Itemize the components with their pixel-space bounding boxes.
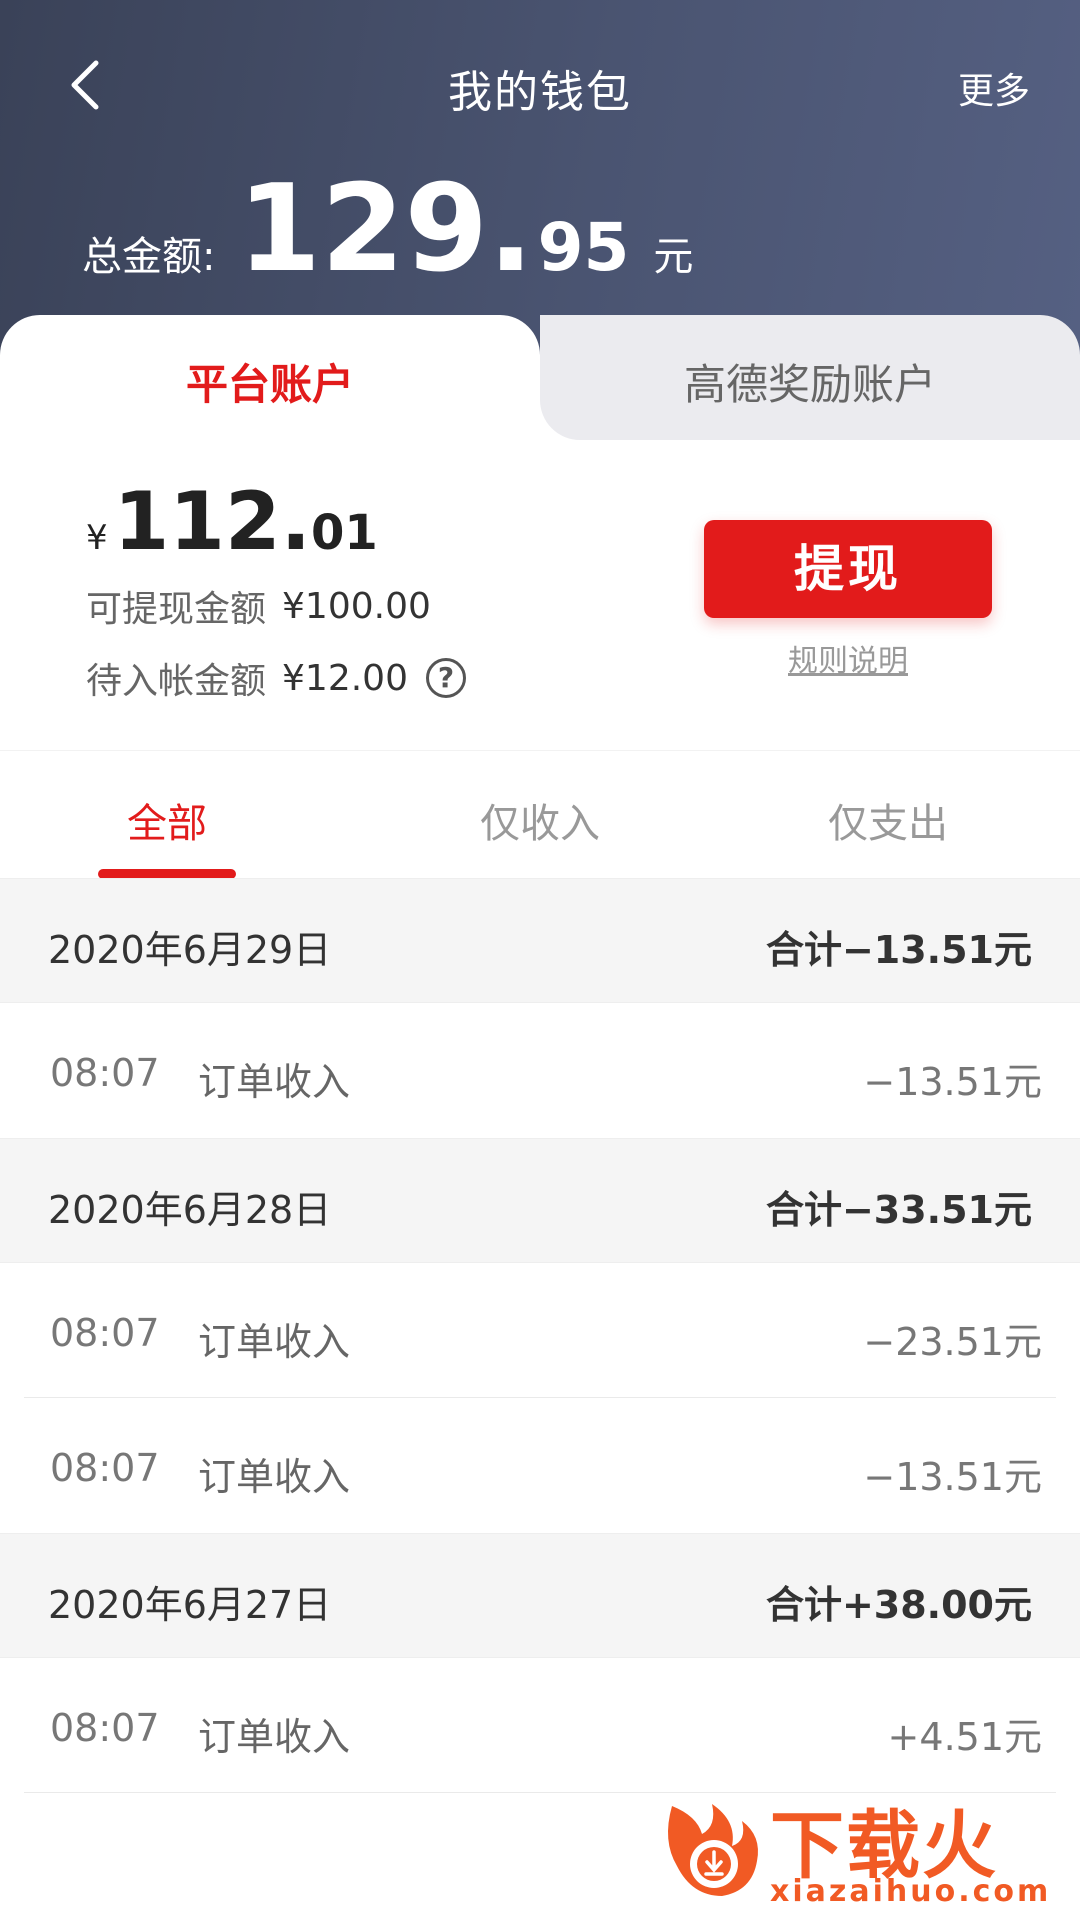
balance-card: ¥ 112. 01 可提现金额 ¥100.00 待入帐金额 ¥12.00 ? 提… (0, 440, 1080, 750)
withdraw-button[interactable]: 提现 (704, 520, 992, 618)
tab-platform-account[interactable]: 平台账户 (0, 351, 540, 412)
total-label: 总金额: (82, 234, 216, 280)
watermark-logo: 下载火 xiazaihuo.com (640, 1778, 1080, 1920)
day-header: 2020年6月29日 合计−13.51元 (0, 878, 1080, 1003)
transaction-row[interactable]: 08:07 订单收入 +4.51元 (0, 1658, 1080, 1793)
help-icon[interactable]: ? (425, 658, 466, 698)
tab-reward-account[interactable]: 高德奖励账户 (540, 351, 1080, 412)
withdrawable-label: 可提现金额 (86, 589, 267, 630)
total-unit: 元 (653, 234, 694, 280)
balance-dec: 01 (311, 505, 378, 561)
watermark-url: xiazaihuo.com (770, 1874, 1052, 1909)
pending-label: 待入帐金额 (86, 661, 267, 702)
txn-desc: 订单收入 (198, 1715, 351, 1759)
day-date: 2020年6月27日 (48, 1583, 332, 1627)
filter-tabs: 全部 仅收入 仅支出 (0, 750, 1080, 879)
total-amount-int: 129. (237, 160, 534, 299)
transaction-row[interactable]: 08:07 订单收入 −13.51元 (0, 1398, 1080, 1533)
day-header: 2020年6月28日 合计−33.51元 (0, 1138, 1080, 1263)
txn-amount: +4.51元 (887, 1715, 1042, 1759)
pending-value: ¥12.00 (282, 657, 408, 699)
more-button[interactable]: 更多 (958, 62, 1030, 114)
account-tabs: 平台账户 高德奖励账户 (0, 315, 1080, 440)
txn-desc: 订单收入 (198, 1060, 351, 1104)
pending-row: 待入帐金额 ¥12.00 ? (86, 652, 466, 704)
txn-time: 08:07 (50, 1706, 160, 1750)
txn-desc: 订单收入 (198, 1455, 351, 1499)
transaction-list: 2020年6月29日 合计−13.51元 08:07 订单收入 −13.51元 … (0, 878, 1080, 1793)
withdrawable-row: 可提现金额 ¥100.00 (86, 580, 431, 632)
flame-logo-icon (668, 1804, 758, 1896)
txn-amount: −23.51元 (863, 1320, 1042, 1364)
day-total: 合计−33.51元 (765, 1188, 1032, 1232)
wallet-page: 我的钱包 更多 总金额: 129. 95 元 平台账户 高德奖励账户 ¥ 112… (0, 0, 1080, 1920)
txn-amount: −13.51元 (863, 1455, 1042, 1499)
total-amount: 总金额: 129. 95 元 (82, 170, 693, 290)
tab-all[interactable]: 全部 (98, 791, 236, 849)
page-title: 我的钱包 (448, 67, 632, 118)
day-date: 2020年6月28日 (48, 1188, 332, 1232)
tab-expense-only[interactable]: 仅支出 (788, 791, 988, 849)
rules-link[interactable]: 规则说明 (704, 636, 992, 680)
txn-time: 08:07 (50, 1446, 160, 1490)
transaction-row[interactable]: 08:07 订单收入 −23.51元 (0, 1263, 1080, 1398)
total-amount-dec: 95 (537, 209, 630, 286)
day-total: 合计−13.51元 (765, 928, 1032, 972)
transaction-row[interactable]: 08:07 订单收入 −13.51元 (0, 1003, 1080, 1138)
txn-desc: 订单收入 (198, 1320, 351, 1364)
txn-time: 08:07 (50, 1311, 160, 1355)
header: 我的钱包 更多 总金额: 129. 95 元 (0, 0, 1080, 360)
balance-int: 112. (113, 475, 312, 568)
txn-time: 08:07 (50, 1051, 160, 1095)
day-header: 2020年6月27日 合计+38.00元 (0, 1533, 1080, 1658)
tab-income-only[interactable]: 仅收入 (440, 791, 640, 849)
day-date: 2020年6月29日 (48, 928, 332, 972)
balance-amount: ¥ 112. 01 (86, 475, 378, 568)
day-total: 合计+38.00元 (765, 1583, 1032, 1627)
txn-amount: −13.51元 (863, 1060, 1042, 1104)
currency-symbol: ¥ (86, 518, 108, 558)
withdrawable-value: ¥100.00 (282, 585, 431, 627)
